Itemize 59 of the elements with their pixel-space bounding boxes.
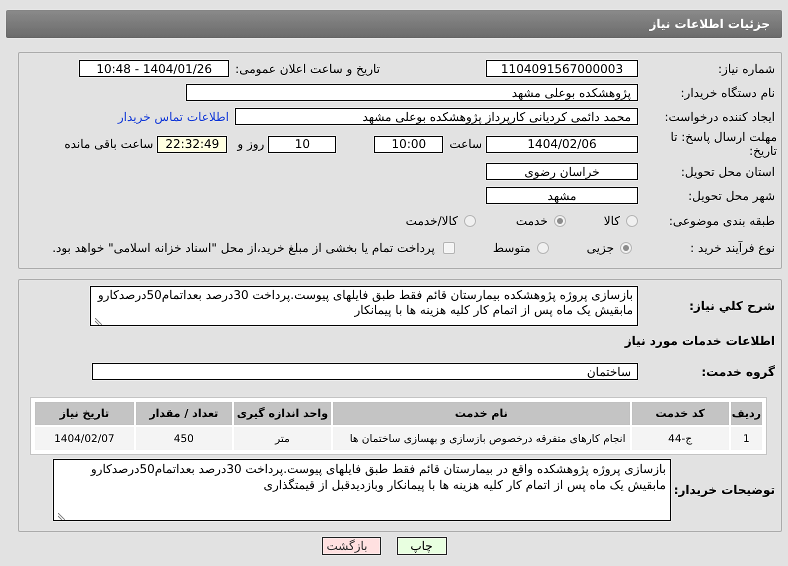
radio-button[interactable] xyxy=(626,215,638,227)
table-cell: انجام کارهای متفرقه درخصوص بازسازی و بهسازی ساختمان ها xyxy=(332,427,630,450)
radio-button[interactable] xyxy=(620,242,632,254)
print-button[interactable]: چاپ xyxy=(396,537,446,555)
text-field[interactable]: مشهد xyxy=(486,187,638,204)
text-field[interactable]: 1404/01/26 - 10:48 xyxy=(79,60,230,77)
text-field[interactable]: محمد دائمی کردیانی کارپرداز پژوهشکده بوعلی مشهد xyxy=(235,108,638,125)
field-label: شهر محل تحویل: xyxy=(687,188,776,202)
text-field[interactable]: خراسان رضوی xyxy=(486,163,638,180)
resize-grip-icon xyxy=(95,318,102,325)
column-header: نام خدمت xyxy=(332,402,630,425)
field-label: نام دستگاه خریدار: xyxy=(680,86,776,100)
table-cell: 1404/02/07 xyxy=(35,427,134,450)
field-label: شرح کلي نياز: xyxy=(688,299,776,313)
text-field[interactable]: ساختمان xyxy=(92,363,638,380)
field-label: استان محل تحویل: xyxy=(680,164,776,178)
field-label: مهلت ارسال پاسخ: تا تاریخ: xyxy=(669,130,778,158)
resize-grip-icon xyxy=(58,513,65,520)
option-label: خدمت xyxy=(516,214,548,228)
table-cell: 1 xyxy=(730,427,762,450)
text-field[interactable]: پژوهشکده بوعلی مشهد xyxy=(186,84,638,101)
checkbox-label: پرداخت تمام یا بخشی از مبلغ خرید،از محل "اسناد خزانه اسلامی" خواهد بود. xyxy=(52,241,435,255)
field-label: طبقه بندی موضوعی: xyxy=(668,214,776,228)
field-label: ساعت باقی مانده xyxy=(64,137,154,151)
field-label: روز و xyxy=(237,137,264,151)
option-label: جزیی xyxy=(586,241,614,255)
text-field[interactable]: 22:32:49 xyxy=(157,136,228,152)
column-header: ردیف xyxy=(730,402,762,425)
option-label: کالا xyxy=(604,214,620,228)
text-field[interactable]: 10:00 xyxy=(374,136,444,152)
back-button[interactable]: بازگشت xyxy=(322,537,380,555)
table-cell: ج-44 xyxy=(632,427,729,450)
radio-button[interactable] xyxy=(536,242,549,254)
column-header: تعداد / مقدار xyxy=(136,402,232,425)
text-area[interactable]: بازسازی پروژه پژوهشکده بیمارستان قائم فقط طبق فایلهای پیوست.پرداخت 30درصد بعداتمام50درصدکارو مابقیش یک ماه پس از اتمام کار کلیه هزینه ها با پیمانکار xyxy=(90,286,638,326)
field-label: گروه خدمت: xyxy=(700,364,776,378)
field-label: شماره نیاز: xyxy=(717,62,776,76)
section-heading: اطلاعات خدمات مورد نیاز xyxy=(623,334,776,348)
field-label: تاریخ و ساعت اعلان عمومی: xyxy=(235,62,380,76)
field-label: ایجاد کننده درخواست: xyxy=(663,110,776,124)
option-label: کالا/خدمت xyxy=(406,214,458,228)
option-label: متوسط xyxy=(492,241,531,255)
field-label: ساعت xyxy=(449,137,482,151)
field-label: نوع فرآیند خرید : xyxy=(689,241,776,255)
field-label: توضیحات خریدار: xyxy=(672,483,776,497)
text-field[interactable]: 1404/02/06 xyxy=(486,136,638,152)
checkbox[interactable] xyxy=(442,242,455,254)
column-header: واحد اندازه گیری xyxy=(234,402,331,425)
page-title: جزئیات اطلاعات نیاز xyxy=(649,17,770,31)
text-field[interactable]: 10 xyxy=(268,136,336,152)
text-area[interactable]: بازسازی پروژه پژوهشکده واقع در بیمارستان قائم فقط طبق فایلهای پیوست.پرداخت 30درصد بعداتمام50درصدکارو مابقیش یک ماه پس از اتمام کار کلیه هزینه ها با پیمانکار وبازدیدقبل از قیمتگذاری xyxy=(53,459,671,521)
radio-button[interactable] xyxy=(554,215,566,227)
table-cell: 450 xyxy=(136,427,232,450)
column-header: تاریخ نیاز xyxy=(35,402,134,425)
text-field[interactable]: 1104091567000003 xyxy=(486,60,638,77)
contact-link[interactable]: اطلاعات تماس خریدار xyxy=(118,110,229,124)
radio-button[interactable] xyxy=(464,215,476,227)
table-cell: متر xyxy=(234,427,331,450)
column-header: کد خدمت xyxy=(632,402,729,425)
